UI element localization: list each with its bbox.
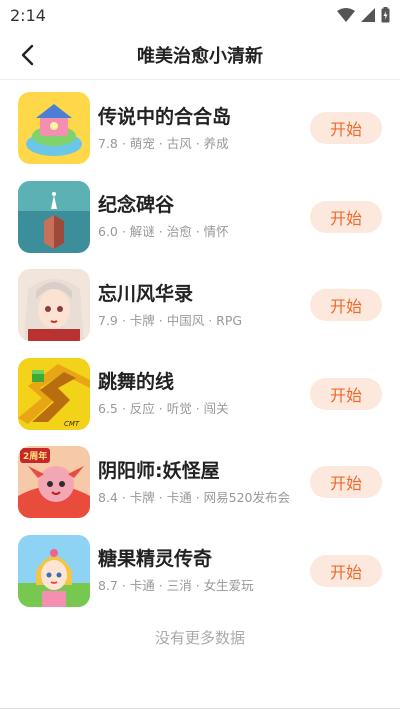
onmyoji-game-icon[interactable]: 2周年 xyxy=(18,446,90,519)
game-info: 纪念碑谷 6.0 · 解谜 · 治愈 · 情怀 xyxy=(98,193,310,240)
candy-game-icon[interactable] xyxy=(18,534,90,607)
game-meta: 7.8 · 萌宠 · 古风 · 养成 xyxy=(98,135,229,151)
game-name: 糖果精灵传奇 xyxy=(98,548,213,571)
game-info: 跳舞的线 6.5 · 反应 · 听觉 · 闯关 xyxy=(98,370,310,417)
start-button[interactable]: 开始 xyxy=(310,554,382,587)
game-list: 传说中的合合岛 7.8 · 萌宠 · 古风 · 养成 开始 纪念碑谷 6.0 ·… xyxy=(0,84,400,615)
signal-icon xyxy=(361,8,375,22)
island-game-icon[interactable] xyxy=(18,92,90,165)
status-time: 2:14 xyxy=(10,5,46,25)
game-info: 糖果精灵传奇 8.7 · 卡通 · 三消 · 女生爱玩 xyxy=(98,547,310,594)
list-item[interactable]: 纪念碑谷 6.0 · 解谜 · 治愈 · 情怀 开始 xyxy=(0,173,400,262)
game-info: 阴阳师:妖怪屋 8.4 · 卡牌 · 卡通 · 网易520发布会 xyxy=(98,459,310,506)
game-info: 传说中的合合岛 7.8 · 萌宠 · 古风 · 养成 xyxy=(98,105,310,152)
game-name: 阴阳师:妖怪屋 xyxy=(98,459,220,482)
game-meta: 8.7 · 卡通 · 三消 · 女生爱玩 xyxy=(98,578,254,594)
start-button[interactable]: 开始 xyxy=(310,112,382,145)
battery-icon xyxy=(381,7,390,23)
list-item[interactable]: CMT 跳舞的线 6.5 · 反应 · 听觉 · 闯关 开始 xyxy=(0,350,400,439)
game-meta: 6.0 · 解谜 · 治愈 · 情怀 xyxy=(98,224,229,240)
game-meta: 8.4 · 卡牌 · 卡通 · 网易520发布会 xyxy=(98,489,290,505)
game-name: 纪念碑谷 xyxy=(98,194,175,217)
back-arrow-icon xyxy=(21,44,34,65)
game-meta: 6.5 · 反应 · 听觉 · 闯关 xyxy=(98,401,229,417)
page-title: 唯美治愈小清新 xyxy=(137,45,263,67)
game-name: 传说中的合合岛 xyxy=(98,105,232,128)
list-item[interactable]: 传说中的合合岛 7.8 · 萌宠 · 古风 · 养成 开始 xyxy=(0,84,400,173)
app-bar: 唯美治愈小清新 xyxy=(0,30,400,80)
start-button[interactable]: 开始 xyxy=(310,200,382,233)
dancing-line-game-icon[interactable]: CMT xyxy=(18,357,90,430)
anniversary-badge: 2周年 xyxy=(20,448,51,464)
monument-game-icon[interactable] xyxy=(18,180,90,253)
list-item[interactable]: 忘川风华录 7.9 · 卡牌 · 中国风 · RPG 开始 xyxy=(0,261,400,350)
status-icons xyxy=(337,7,390,23)
no-more-data-text: 没有更多数据 xyxy=(154,629,245,647)
list-item[interactable]: 2周年 阴阳师:妖怪屋 8.4 · 卡牌 · 卡通 · 网易520发布会 开始 xyxy=(0,438,400,527)
start-button[interactable]: 开始 xyxy=(310,289,382,322)
game-info: 忘川风华录 7.9 · 卡牌 · 中国风 · RPG xyxy=(98,282,310,329)
status-bar: 2:14 xyxy=(0,0,400,30)
game-meta: 7.9 · 卡牌 · 中国风 · RPG xyxy=(98,312,243,328)
game-name: 忘川风华录 xyxy=(98,282,194,305)
list-item[interactable]: 糖果精灵传奇 8.7 · 卡通 · 三消 · 女生爱玩 开始 xyxy=(0,527,400,616)
start-button[interactable]: 开始 xyxy=(310,466,382,499)
wifi-icon xyxy=(337,8,355,22)
heroine-game-icon[interactable] xyxy=(18,269,90,342)
publisher-logo: CMT xyxy=(64,419,80,428)
start-button[interactable]: 开始 xyxy=(310,377,382,410)
back-button[interactable] xyxy=(4,31,52,79)
game-name: 跳舞的线 xyxy=(98,371,175,394)
